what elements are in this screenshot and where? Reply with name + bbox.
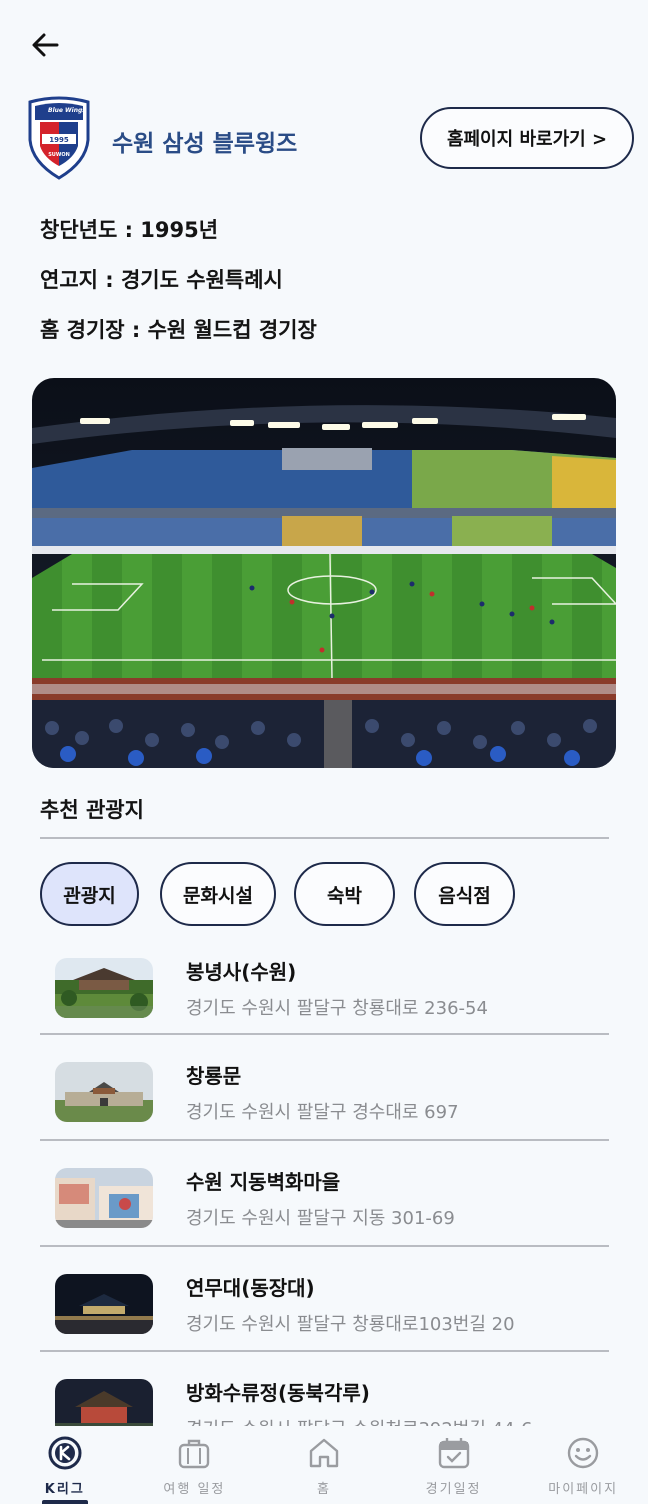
place-name: 수원 지동벽화마을	[186, 1170, 341, 1194]
svg-text:1995: 1995	[49, 136, 69, 144]
list-divider	[40, 1245, 609, 1247]
place-name: 연무대(동장대)	[186, 1276, 315, 1300]
place-list: 봉녕사(수원) 경기도 수원시 팔달구 창룡대로 236-54 창룡문 경기도 …	[0, 940, 648, 1426]
nav-label: 홈	[317, 1482, 331, 1497]
recommend-section-title: 추천 관광지	[40, 798, 144, 822]
active-indicator	[41, 1500, 88, 1504]
category-chip-lodging[interactable]: 숙박	[294, 862, 395, 926]
suitcase-icon	[177, 1436, 211, 1470]
category-chip-restaurants[interactable]: 음식점	[414, 862, 515, 926]
place-name: 봉녕사(수원)	[186, 960, 297, 984]
home-icon	[307, 1436, 341, 1470]
nav-label: 경기일정	[425, 1482, 482, 1497]
place-item[interactable]: 봉녕사(수원) 경기도 수원시 팔달구 창룡대로 236-54	[40, 940, 609, 1044]
nav-label: 여행 일정	[163, 1482, 226, 1497]
category-chip-attractions[interactable]: 관광지	[40, 862, 139, 926]
svg-text:Blue Wings: Blue Wings	[48, 107, 86, 114]
place-address: 경기도 수원시 팔달구 수원천로392번길 44-6	[186, 1415, 533, 1426]
nav-label: K리그	[44, 1482, 85, 1497]
place-thumbnail	[55, 958, 153, 1018]
hometown: 연고지 : 경기도 수원특례시	[40, 268, 283, 292]
place-address: 경기도 수원시 팔달구 창룡대로103번길 20	[186, 1314, 515, 1335]
k-league-icon	[48, 1436, 82, 1470]
place-thumbnail	[55, 1168, 153, 1228]
nav-home[interactable]: 홈	[259, 1426, 389, 1504]
nav-label: 마이페이지	[548, 1482, 619, 1497]
place-thumbnail	[55, 1062, 153, 1122]
bottom-nav: K리그 여행 일정 홈 경기일정 마이페이지	[0, 1426, 648, 1504]
homepage-link-button[interactable]: 홈페이지 바로가기 >	[420, 107, 634, 169]
calendar-check-icon	[437, 1436, 471, 1470]
team-logo: Blue Wings 1995 SUWON	[28, 96, 90, 180]
stadium-photo	[32, 378, 616, 768]
home-stadium: 홈 경기장 : 수원 월드컵 경기장	[40, 318, 317, 342]
back-button[interactable]	[28, 28, 62, 62]
founded-year: 창단년도 : 1995년	[40, 218, 219, 242]
nav-match-schedule[interactable]: 경기일정	[389, 1426, 519, 1504]
place-name: 방화수류정(동북각루)	[186, 1381, 370, 1405]
place-item[interactable]: 연무대(동장대) 경기도 수원시 팔달구 창룡대로103번길 20	[40, 1256, 609, 1360]
list-divider	[40, 1033, 609, 1035]
place-address: 경기도 수원시 팔달구 지동 301-69	[186, 1208, 455, 1229]
smile-icon	[566, 1436, 600, 1470]
list-divider	[40, 1139, 609, 1141]
section-divider	[40, 837, 609, 839]
place-name: 창룡문	[186, 1064, 242, 1088]
nav-travel-plan[interactable]: 여행 일정	[130, 1426, 260, 1504]
team-name: 수원 삼성 블루윙즈	[112, 131, 298, 157]
place-address: 경기도 수원시 팔달구 경수대로 697	[186, 1102, 459, 1123]
place-thumbnail	[55, 1274, 153, 1334]
nav-my-page[interactable]: 마이페이지	[518, 1426, 648, 1504]
list-divider	[40, 1350, 609, 1352]
arrow-left-icon	[32, 33, 59, 57]
category-chip-culture[interactable]: 문화시설	[160, 862, 276, 926]
place-item[interactable]: 방화수류정(동북각루) 경기도 수원시 팔달구 수원천로392번길 44-6	[40, 1361, 609, 1426]
place-item[interactable]: 창룡문 경기도 수원시 팔달구 경수대로 697	[40, 1044, 609, 1148]
nav-k-league[interactable]: K리그	[0, 1426, 130, 1504]
place-thumbnail	[55, 1379, 153, 1426]
svg-text:SUWON: SUWON	[48, 152, 70, 158]
place-item[interactable]: 수원 지동벽화마을 경기도 수원시 팔달구 지동 301-69	[40, 1150, 609, 1254]
team-header: Blue Wings 1995 SUWON 수원 삼성 블루윙즈 홈페이지 바로…	[24, 96, 634, 182]
place-address: 경기도 수원시 팔달구 창룡대로 236-54	[186, 998, 488, 1019]
